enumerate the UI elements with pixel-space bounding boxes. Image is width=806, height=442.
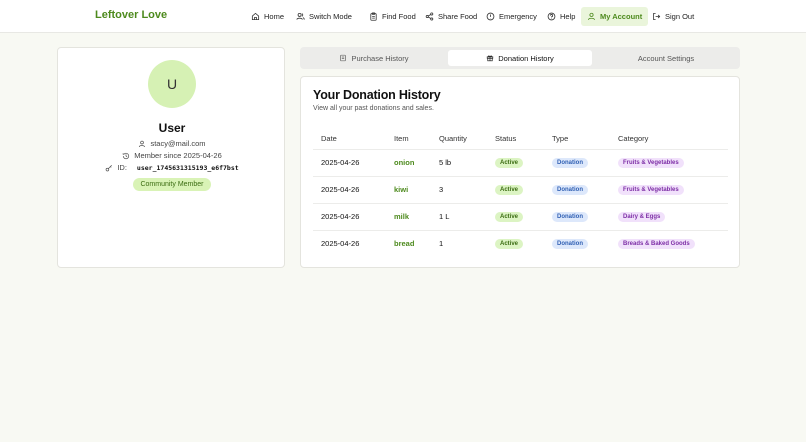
cell-date: 2025-04-26: [321, 239, 360, 248]
donation-history-card: Your Donation History View all your past…: [300, 76, 740, 268]
category-badge: Dairy & Eggs: [618, 212, 666, 222]
donation-history-title: Your Donation History: [313, 88, 441, 102]
nav-help-label: Help: [560, 11, 576, 21]
share-icon: [425, 11, 434, 21]
table-row[interactable]: 2025-04-26 onion 5 lb Active Donation Fr…: [313, 150, 728, 177]
community-member-badge: Community Member: [133, 178, 211, 191]
profile-id-label: ID:: [117, 163, 127, 172]
nav-emergency-label: Emergency: [499, 11, 537, 21]
column-header: Status: [495, 134, 517, 143]
profile-id-value: user_1745631315193_e6f7bst: [136, 163, 239, 172]
cell-date: 2025-04-26: [321, 185, 360, 194]
type-badge: Donation: [552, 212, 588, 222]
alert-circle-icon: [486, 12, 495, 20]
tab-account-settings-label: Account Settings: [637, 53, 695, 63]
column-header: Quantity: [439, 134, 467, 143]
nav-switch-mode[interactable]: Switch Mode: [291, 7, 357, 25]
brand-logo[interactable]: Leftover Love: [95, 9, 167, 21]
nav-sign-out[interactable]: Sign Out: [647, 7, 699, 25]
profile-email-row: stacy@mail.com: [58, 139, 286, 148]
cell-item: milk: [394, 212, 410, 221]
key-icon: [106, 164, 113, 171]
donation-history-subtitle: View all your past donations and sales.: [313, 105, 434, 112]
profile-member-since-row: Member since 2025-04-26: [58, 151, 286, 160]
account-tabs: Purchase History Donation History Accoun…: [300, 47, 740, 69]
type-badge: Donation: [552, 185, 588, 195]
cell-item: onion: [394, 158, 415, 167]
status-badge: Active: [495, 185, 524, 195]
cell-quantity: 1: [439, 239, 444, 248]
table-header: Date Item Quantity Status Type Category: [313, 130, 728, 150]
cell-quantity: 5 lb: [439, 158, 452, 167]
column-header: Category: [618, 134, 649, 143]
profile-name: User: [158, 121, 186, 135]
nav-switch-mode-label: Switch Mode: [309, 11, 352, 21]
table-row[interactable]: 2025-04-26 kiwi 3 Active Donation Fruits…: [313, 177, 728, 204]
gift-icon: [487, 55, 494, 62]
cell-item: kiwi: [394, 185, 409, 194]
type-badge: Donation: [552, 239, 588, 249]
nav-my-account[interactable]: My Account: [581, 7, 649, 26]
tab-donation-history[interactable]: Donation History: [448, 50, 592, 66]
tab-purchase-history[interactable]: Purchase History: [303, 50, 445, 66]
profile-member-since: Member since 2025-04-26: [134, 151, 222, 160]
nav-find-food-label: Find Food: [382, 11, 416, 21]
help-circle-icon: [547, 12, 556, 20]
profile-card: U User stacy@mail.com Member since 2025-…: [57, 47, 285, 268]
status-badge: Active: [495, 239, 524, 249]
profile-id-row: ID: user_1745631315193_e6f7bst: [58, 163, 286, 172]
tab-account-settings[interactable]: Account Settings: [595, 50, 737, 66]
column-header: Date: [321, 134, 337, 143]
cell-item: bread: [394, 239, 415, 248]
status-badge: Active: [495, 212, 524, 222]
nav-emergency[interactable]: Emergency: [481, 7, 542, 25]
top-navbar: Leftover Love Home Switch Mode Find Food…: [0, 0, 806, 33]
user-icon: [588, 12, 595, 21]
nav-share-food-label: Share Food: [438, 11, 478, 21]
category-badge: Fruits & Vegetables: [618, 158, 684, 168]
cell-quantity: 3: [439, 185, 444, 194]
users-icon: [296, 12, 305, 20]
nav-sign-out-label: Sign Out: [665, 11, 695, 21]
cell-date: 2025-04-26: [321, 158, 360, 167]
category-badge: Breads & Baked Goods: [618, 239, 695, 249]
clipboard-icon: [370, 11, 377, 21]
nav-home-label: Home: [264, 11, 285, 21]
nav-my-account-label: My Account: [600, 12, 643, 21]
tab-purchase-history-label: Purchase History: [351, 53, 409, 63]
column-header: Item: [394, 134, 409, 143]
home-icon: [251, 12, 260, 20]
nav-help[interactable]: Help: [542, 7, 580, 25]
cell-date: 2025-04-26: [321, 212, 360, 221]
profile-email: stacy@mail.com: [150, 139, 206, 148]
user-icon: [139, 140, 146, 147]
category-badge: Fruits & Vegetables: [618, 185, 684, 195]
log-out-icon: [653, 12, 661, 20]
nav-home[interactable]: Home: [246, 7, 289, 25]
receipt-icon: [340, 54, 347, 62]
avatar: U: [148, 60, 196, 108]
column-header: Type: [552, 134, 569, 143]
history-icon: [122, 152, 130, 159]
nav-share-food[interactable]: Share Food: [420, 7, 482, 25]
tab-donation-history-label: Donation History: [498, 53, 554, 63]
table-row[interactable]: 2025-04-26 milk 1 L Active Donation Dair…: [313, 204, 728, 231]
type-badge: Donation: [552, 158, 588, 168]
nav-find-food[interactable]: Find Food: [364, 7, 421, 25]
cell-quantity: 1 L: [439, 212, 450, 221]
table-row[interactable]: 2025-04-26 bread 1 Active Donation Bread…: [313, 231, 728, 258]
status-badge: Active: [495, 158, 524, 168]
